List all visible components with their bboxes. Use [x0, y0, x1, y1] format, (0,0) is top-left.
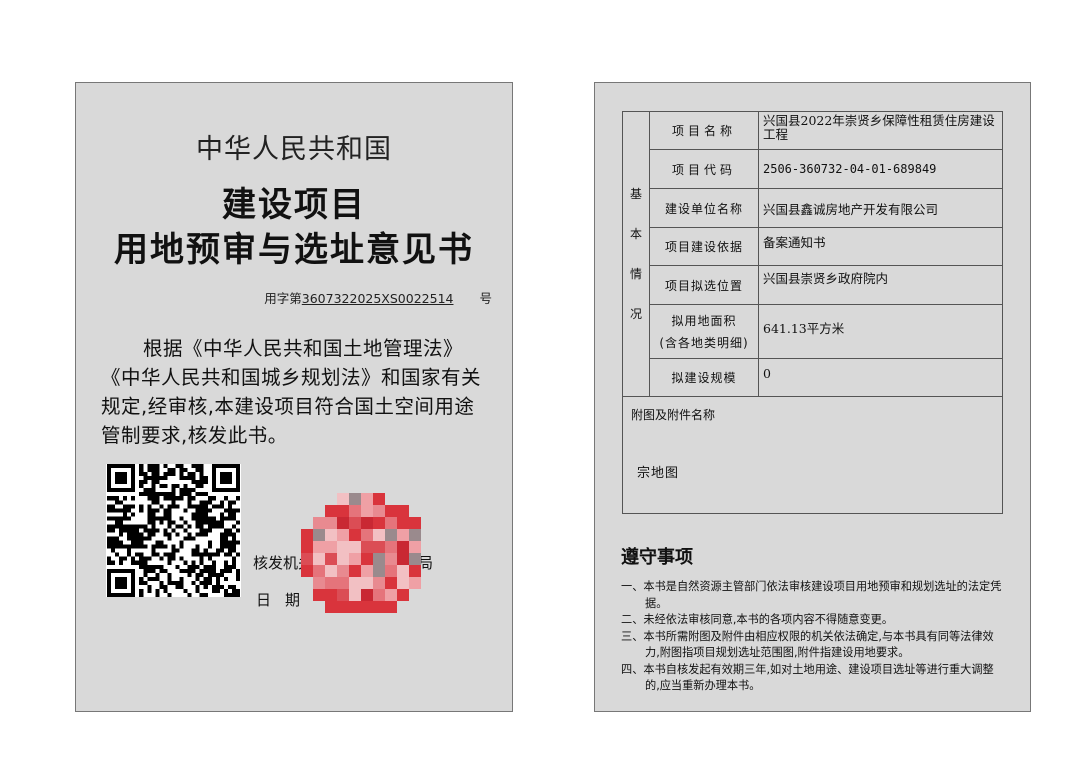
section-label-basic-info: 基本情况 — [622, 111, 650, 397]
attachment-item: 宗地图 — [637, 466, 680, 481]
notice-item: 二、未经依法审核同意,本书的各项内容不得随意变更。 — [621, 613, 894, 626]
row-label-location: 项目拟选位置 — [649, 265, 759, 305]
row-value-scale: 0 — [758, 358, 1003, 397]
row-value-location: 兴国县崇贤乡政府院内 — [758, 265, 1003, 305]
approval-statement: 根据《中华人民共和国土地管理法》《中华人民共和国城乡规划法》和国家有关规定,经审… — [101, 337, 482, 447]
row-value-basis: 备案通知书 — [758, 227, 1003, 266]
notice-list: 一、本书是自然资源主管部门依法审核建设项目用地预审和规划选址的法定凭据。 二、未… — [621, 579, 1007, 695]
right-page: 基本情况 项目名称 兴国县2022年崇贤乡保障性租赁住房建设工程 项目代码 25… — [594, 82, 1031, 712]
row-label-scale: 拟建设规模 — [649, 358, 759, 397]
notice-item: 一、本书是自然资源主管部门依法审核建设项目用地预审和规划选址的法定凭据。 — [621, 580, 1002, 610]
section-label-char: 本 — [629, 227, 642, 241]
document-number-value: 3607322025XS0022514 — [301, 291, 454, 306]
basic-info-table: 基本情况 项目名称 兴国县2022年崇贤乡保障性租赁住房建设工程 项目代码 25… — [622, 111, 1003, 514]
row-label-project-name: 项目名称 — [649, 111, 759, 150]
country-name: 中华人民共和国 — [196, 134, 392, 165]
row-label-area: 拟用地面积 (含各地类明细) — [649, 304, 759, 359]
row-label-builder: 建设单位名称 — [649, 188, 759, 228]
title-line-2: 用地预审与选址意见书 — [114, 230, 474, 270]
section-label-text: 基本情况 — [623, 174, 649, 334]
official-seal-pixelated — [301, 493, 421, 613]
section-label-char: 情 — [629, 267, 642, 281]
left-page: 中华人民共和国 建设项目 用地预审与选址意见书 用字第3607322025XS0… — [75, 82, 513, 712]
notice-item: 四、本书自核发起有效期三年,如对土地用途、建设项目选址等进行重大调整的,应当重新… — [621, 662, 994, 693]
row-label-area-note: (含各地类明细) — [659, 336, 749, 350]
row-value-project-name: 兴国县2022年崇贤乡保障性租赁住房建设工程 — [758, 111, 1003, 150]
row-value-area: 641.13平方米 — [758, 304, 1003, 359]
document-number: 用字第3607322025XS0022514 号 — [264, 288, 492, 307]
document-number-suffix: 号 — [479, 291, 492, 306]
section-label-char: 基 — [629, 187, 642, 201]
attachments-cell: 附图及附件名称 宗地图 — [622, 396, 1003, 514]
row-label-project-code: 项目代码 — [649, 149, 759, 189]
notice-title: 遵守事项 — [621, 547, 693, 568]
notice-item: 三、本书所需附图及附件由相应权限的机关依法确定,与本书具有同等法律效力,附图指项… — [621, 629, 994, 660]
section-label-char: 况 — [629, 307, 642, 321]
row-label-area-text: 拟用地面积 — [671, 314, 737, 328]
row-value-builder: 兴国县鑫诚房地产开发有限公司 — [758, 188, 1003, 228]
row-value-project-code: 2506-360732-04-01-689849 — [758, 149, 1003, 189]
title-line-1: 建设项目 — [222, 185, 366, 225]
qr-code — [106, 464, 241, 597]
attachments-label: 附图及附件名称 — [631, 408, 716, 422]
row-label-basis: 项目建设依据 — [649, 227, 759, 266]
document-number-prefix: 用字第 — [264, 291, 302, 306]
